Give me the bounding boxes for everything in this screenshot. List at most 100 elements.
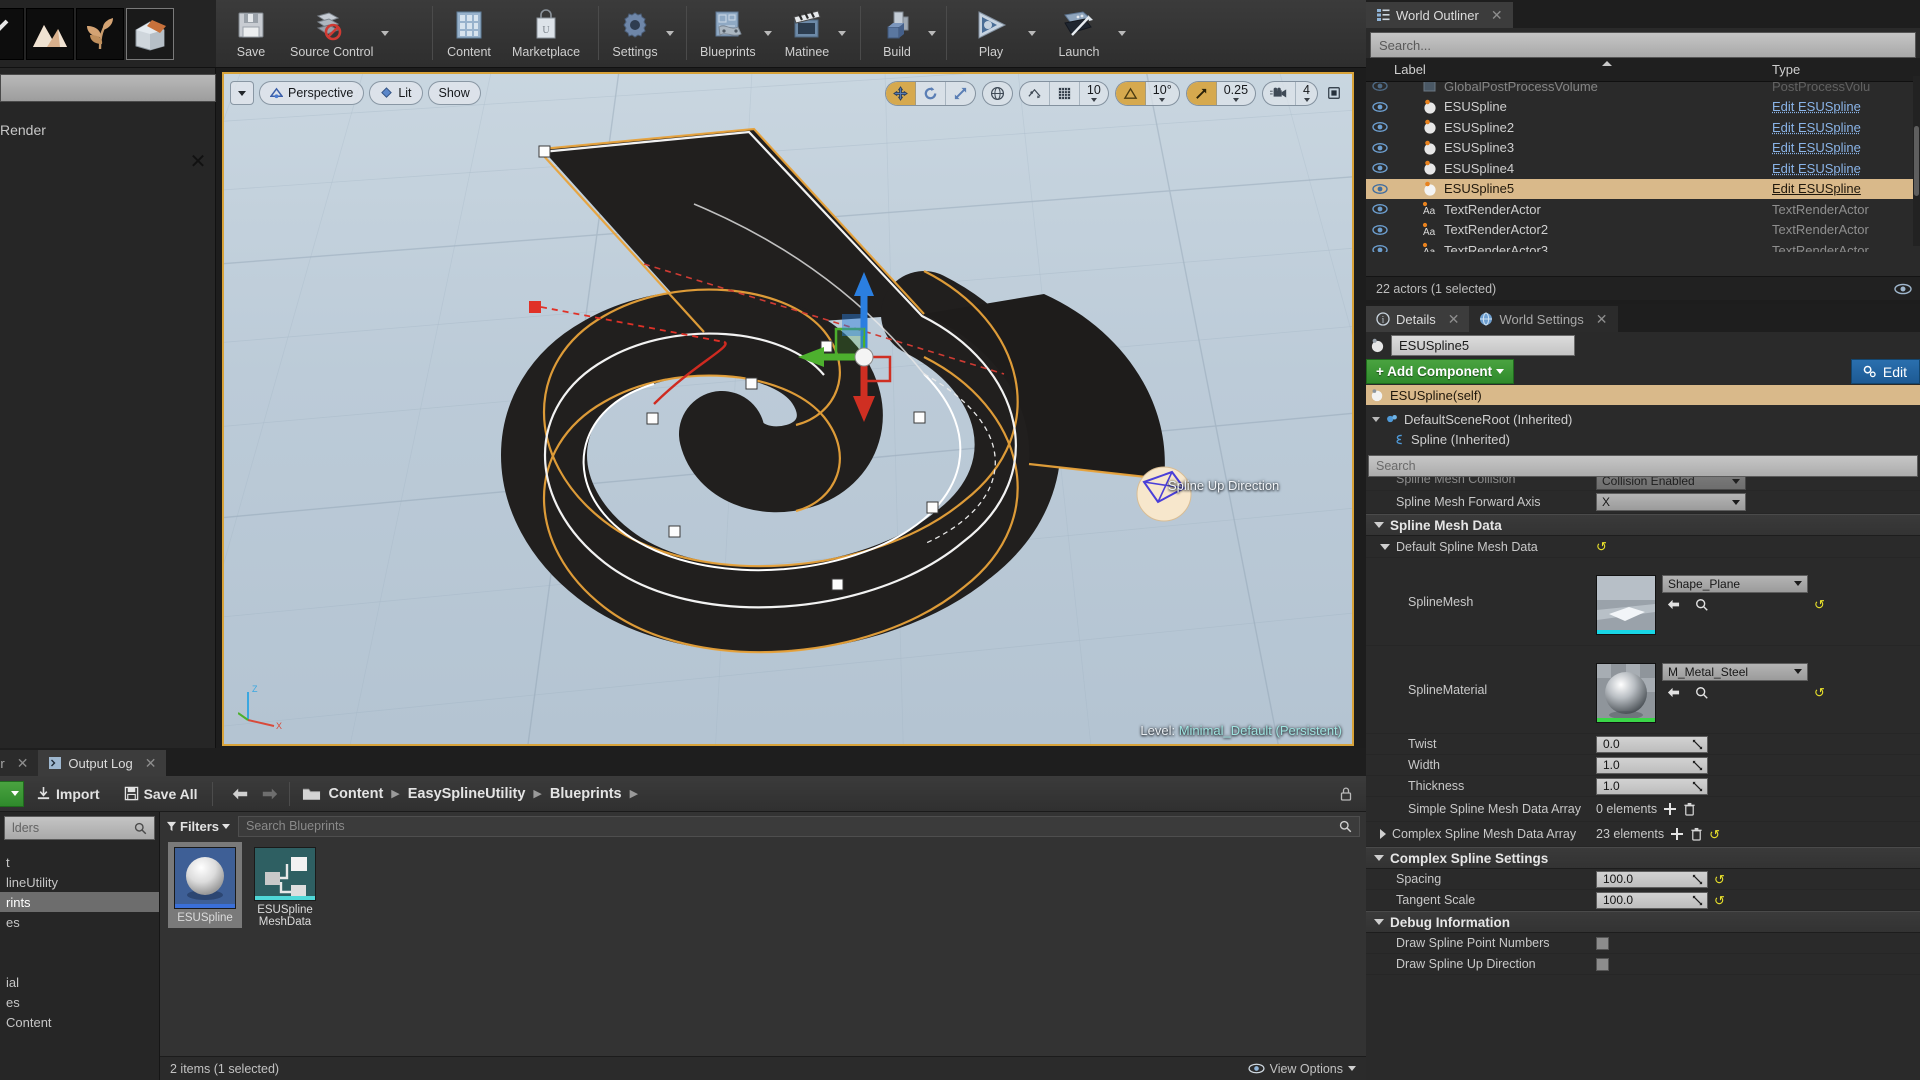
- grid-snap-icon[interactable]: [1050, 82, 1080, 105]
- table-row[interactable]: Aa TextRenderActor2 TextRenderActor: [1366, 220, 1920, 241]
- world-space-icon[interactable]: [983, 82, 1012, 105]
- view-options-button[interactable]: View Options: [1248, 1062, 1356, 1076]
- visibility-icon[interactable]: [1372, 202, 1388, 216]
- table-row[interactable]: ESUSpline5 Edit ESUSpline: [1366, 179, 1920, 200]
- spline-mesh-asset-combo[interactable]: Shape_Plane: [1662, 575, 1808, 593]
- close-icon[interactable]: ✕: [1491, 7, 1503, 24]
- close-icon[interactable]: ✕: [187, 151, 209, 173]
- revert-icon[interactable]: ↺: [1714, 873, 1725, 886]
- asset-tile-esuspline[interactable]: ESUSpline: [168, 842, 242, 928]
- property-row-spline-material[interactable]: SplineMaterial: [1366, 646, 1920, 734]
- category-spline-mesh-data[interactable]: Spline Mesh Data: [1366, 514, 1920, 536]
- category-debug-information[interactable]: Debug Information: [1366, 911, 1920, 933]
- add-element-icon[interactable]: [1670, 827, 1684, 841]
- close-icon[interactable]: ✕: [17, 755, 29, 772]
- tab-details[interactable]: i Details ✕: [1366, 306, 1469, 332]
- select-mode-icon[interactable]: [0, 8, 24, 60]
- back-arrow-icon[interactable]: [231, 786, 249, 802]
- spacing-input[interactable]: 100.0: [1596, 871, 1708, 888]
- list-item[interactable]: rints: [0, 892, 159, 912]
- table-row[interactable]: ESUSpline3 Edit ESUSpline: [1366, 138, 1920, 159]
- maximize-viewport-icon[interactable]: [1324, 83, 1344, 103]
- revert-icon[interactable]: ↺: [1596, 540, 1607, 553]
- category-complex-spline-settings[interactable]: Complex Spline Settings: [1366, 847, 1920, 869]
- visibility-icon[interactable]: [1372, 223, 1388, 237]
- outliner-row-type[interactable]: Edit ESUSpline: [1772, 99, 1861, 114]
- forward-arrow-icon[interactable]: [261, 786, 279, 802]
- thickness-input[interactable]: 1.0: [1596, 778, 1708, 795]
- list-item[interactable]: es: [0, 912, 159, 932]
- collapse-triangle-icon[interactable]: [1374, 855, 1384, 861]
- column-type-header[interactable]: Type: [1772, 62, 1800, 77]
- property-row-draw-point-numbers[interactable]: Draw Spline Point Numbers: [1366, 933, 1920, 954]
- collapse-triangle-icon[interactable]: [1374, 522, 1384, 528]
- outliner-row-type[interactable]: Edit ESUSpline: [1772, 140, 1861, 155]
- width-input[interactable]: 1.0: [1596, 757, 1708, 774]
- tab-content-browser[interactable]: owser ✕: [0, 750, 38, 776]
- toolbar-matinee-button[interactable]: Matinee: [778, 2, 836, 64]
- angle-snap-icon[interactable]: [1116, 82, 1146, 105]
- close-icon[interactable]: ✕: [1448, 311, 1460, 328]
- tab-output-log[interactable]: Output Log ✕: [38, 750, 166, 776]
- build-dropdown-arrow[interactable]: [926, 2, 938, 64]
- grid-snap-value[interactable]: 10: [1080, 82, 1108, 105]
- component-row-self[interactable]: ESUSpline(self): [1366, 385, 1920, 405]
- source-control-dropdown-arrow[interactable]: [379, 2, 391, 64]
- tab-world-outliner[interactable]: World Outliner ✕: [1366, 2, 1513, 28]
- outliner-row-type[interactable]: Edit ESUSpline: [1772, 181, 1861, 196]
- revert-icon[interactable]: ↺: [1814, 598, 1825, 611]
- outliner-row-list[interactable]: GlobalPostProcessVolume PostProcessVolu …: [1366, 82, 1920, 252]
- tangent-scale-input[interactable]: 100.0: [1596, 892, 1708, 909]
- visibility-icon[interactable]: [1372, 100, 1388, 114]
- component-row-scene-root[interactable]: DefaultSceneRoot (Inherited): [1366, 409, 1920, 429]
- collapse-triangle-icon[interactable]: [1374, 919, 1384, 925]
- translate-gizmo-button[interactable]: [886, 82, 916, 105]
- lock-icon[interactable]: [1338, 786, 1354, 802]
- add-new-button[interactable]: [0, 781, 24, 807]
- browse-to-asset-icon[interactable]: [1695, 598, 1709, 612]
- use-selected-arrow-icon[interactable]: [1666, 598, 1681, 611]
- view-mode-button[interactable]: Lit: [369, 81, 422, 105]
- play-dropdown-arrow[interactable]: [1026, 2, 1038, 64]
- property-row-twist[interactable]: Twist 0.0: [1366, 734, 1920, 755]
- table-row[interactable]: ESUSpline4 Edit ESUSpline: [1366, 158, 1920, 179]
- camera-speed-icon[interactable]: [1263, 82, 1296, 105]
- property-row-tangent-scale[interactable]: Tangent Scale 100.0 ↺: [1366, 890, 1920, 911]
- surface-snap-icon[interactable]: [1020, 82, 1050, 105]
- table-row[interactable]: ESUSpline Edit ESUSpline: [1366, 97, 1920, 118]
- revert-icon[interactable]: ↺: [1714, 894, 1725, 907]
- visibility-icon[interactable]: [1372, 141, 1388, 155]
- table-row[interactable]: GlobalPostProcessVolume PostProcessVolu: [1366, 82, 1920, 97]
- blueprints-dropdown-arrow[interactable]: [762, 2, 774, 64]
- breadcrumb-item-content[interactable]: Content: [329, 786, 384, 802]
- tab-world-settings[interactable]: World Settings ✕: [1469, 306, 1617, 332]
- outliner-search-input[interactable]: Search...: [1370, 32, 1916, 58]
- revert-icon[interactable]: ↺: [1709, 828, 1720, 841]
- save-all-button[interactable]: Save All: [112, 777, 210, 811]
- twist-input[interactable]: 0.0: [1596, 736, 1708, 753]
- search-input[interactable]: Search Blueprints: [238, 816, 1360, 837]
- visibility-icon[interactable]: [1372, 243, 1388, 252]
- property-row-spline-mesh-collision[interactable]: Spline Mesh Collision Collision Enabled: [1366, 477, 1920, 491]
- add-component-button[interactable]: + Add Component: [1366, 359, 1514, 384]
- property-row-width[interactable]: Width 1.0: [1366, 755, 1920, 776]
- drag-handle-icon[interactable]: [1692, 781, 1703, 792]
- toolbar-marketplace-button[interactable]: U Marketplace: [506, 2, 586, 64]
- outliner-row-type[interactable]: Edit ESUSpline: [1772, 161, 1861, 176]
- viewport-menu-button[interactable]: [230, 81, 254, 105]
- property-row-simple-array[interactable]: Simple Spline Mesh Data Array 0 elements: [1366, 797, 1920, 822]
- delete-element-icon[interactable]: [1683, 802, 1696, 816]
- draw-spline-up-direction-checkbox[interactable]: [1596, 958, 1609, 971]
- revert-icon[interactable]: ↺: [1814, 686, 1825, 699]
- drag-handle-icon[interactable]: [1692, 739, 1703, 750]
- component-tree[interactable]: ESUSpline(self) DefaultSceneRoot (Inheri…: [1366, 385, 1920, 449]
- list-item[interactable]: Content: [0, 1012, 159, 1032]
- collapse-triangle-icon[interactable]: [1380, 544, 1390, 550]
- list-item[interactable]: lineUtility: [0, 872, 159, 892]
- filters-button[interactable]: Filters: [166, 819, 230, 834]
- component-row-spline[interactable]: Spline (Inherited): [1366, 429, 1920, 449]
- table-row[interactable]: Aa TextRenderActor TextRenderActor: [1366, 199, 1920, 220]
- table-row[interactable]: Aa TextRenderActor3 TextRenderActor: [1366, 240, 1920, 252]
- property-row-spacing[interactable]: Spacing 100.0 ↺: [1366, 869, 1920, 890]
- draw-spline-point-numbers-checkbox[interactable]: [1596, 937, 1609, 950]
